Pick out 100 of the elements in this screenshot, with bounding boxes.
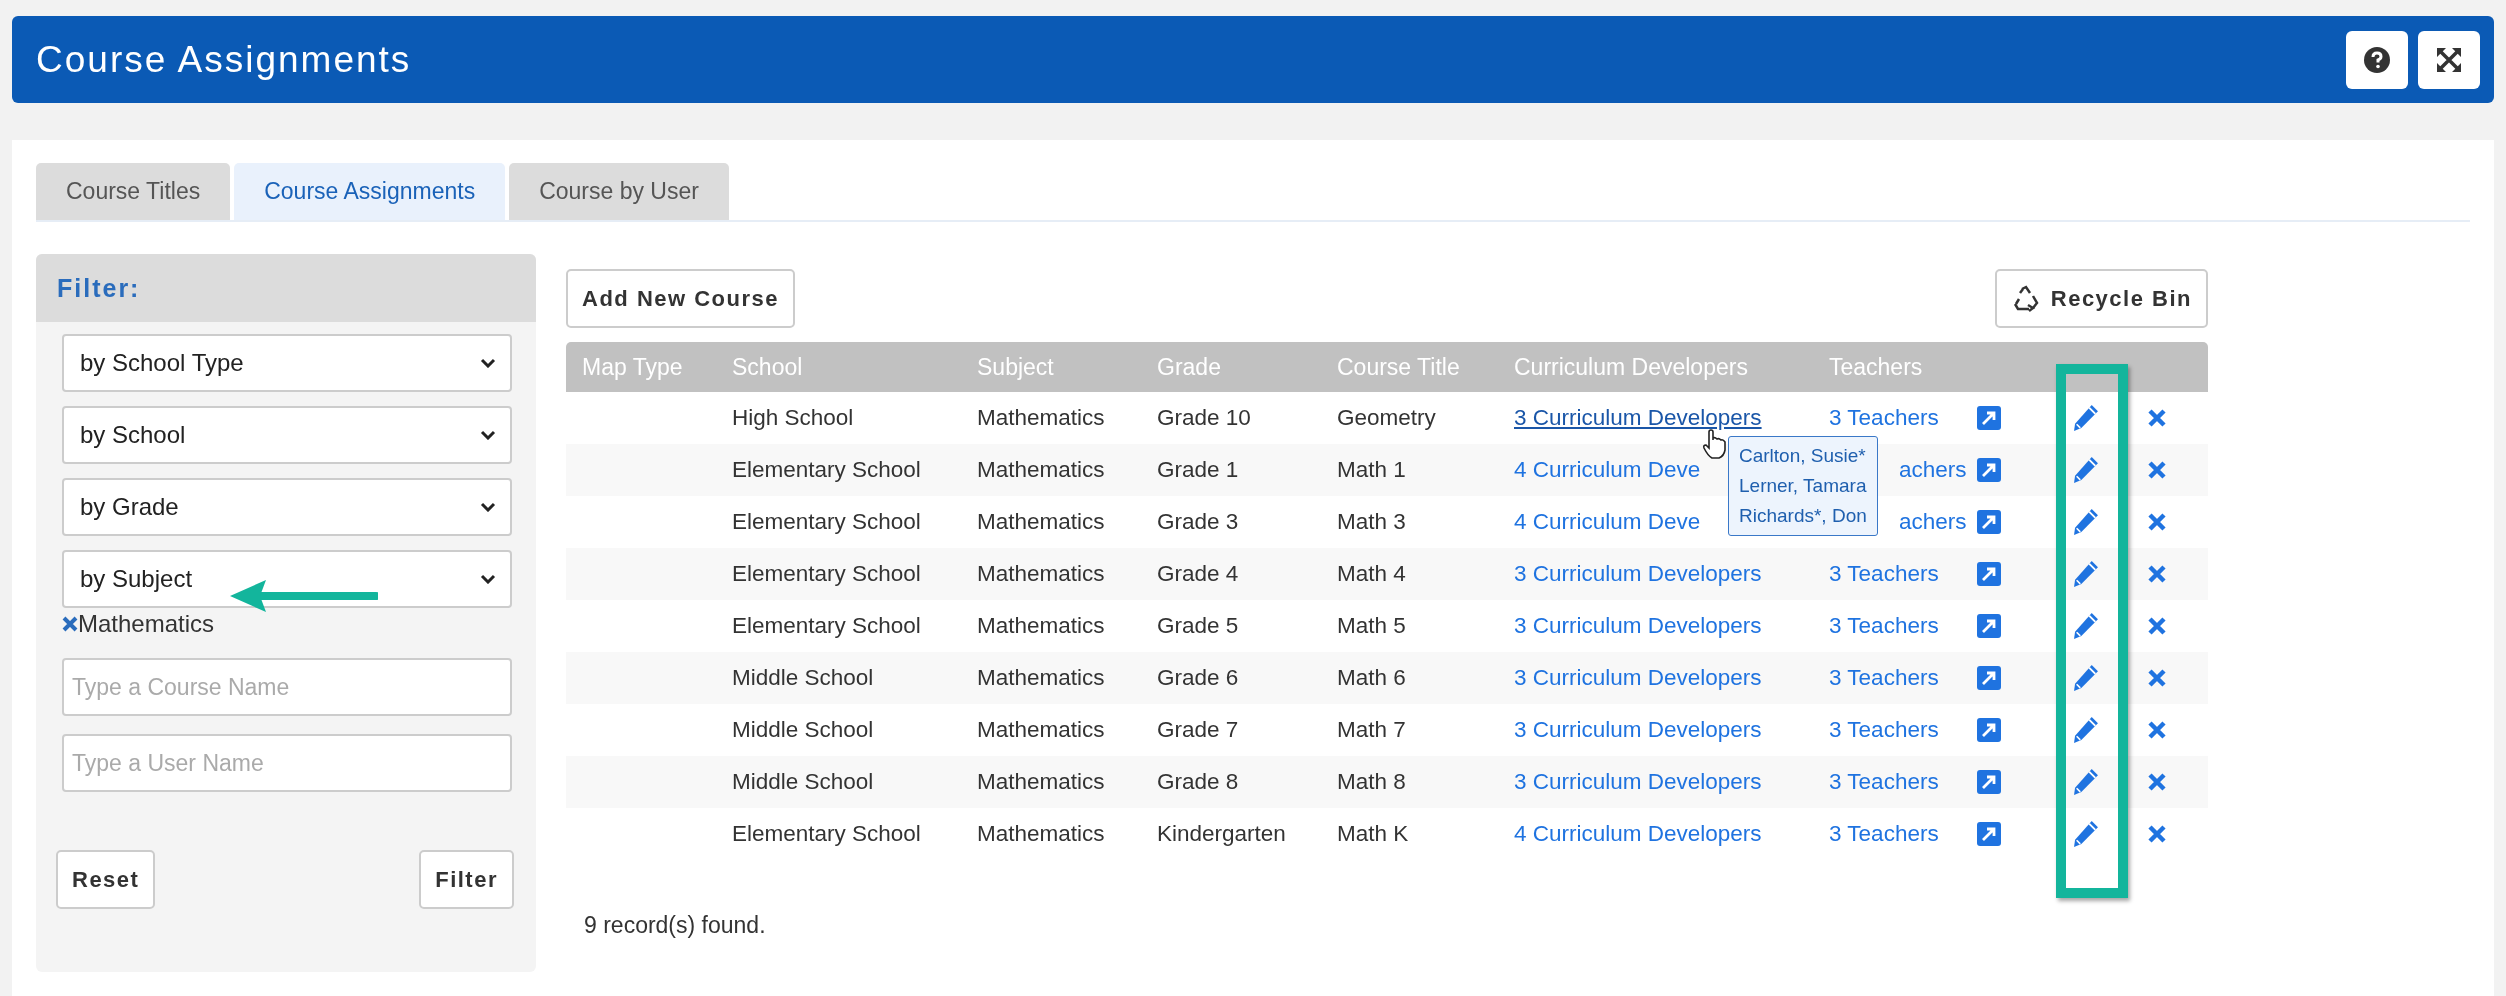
open-external-icon	[1977, 406, 2001, 430]
teachers-link[interactable]: 3 Teachers	[1829, 405, 1939, 430]
page-title: Course Assignments	[36, 38, 413, 81]
edit-button[interactable]	[2073, 665, 2099, 691]
delete-icon	[2147, 824, 2167, 844]
text-field[interactable]: Type a Course Name	[62, 658, 512, 716]
pencil-icon	[2073, 769, 2099, 795]
pencil-icon	[2073, 717, 2099, 743]
tab[interactable]: Course Titles	[36, 163, 231, 220]
table-cell: Grade 8	[1157, 769, 1239, 794]
open-button[interactable]	[1977, 562, 2001, 586]
edit-button[interactable]	[2073, 613, 2099, 639]
pencil-icon	[2073, 613, 2099, 639]
developers-link[interactable]: 4 Curriculum Developers	[1514, 821, 1762, 846]
table-cell: Middle School	[732, 665, 874, 690]
expand-icon	[2436, 46, 2462, 73]
developers-link[interactable]: 4 Curriculum Deve	[1514, 509, 1701, 534]
table-cell: Math 3	[1337, 509, 1406, 534]
table-cell: Grade 7	[1157, 717, 1239, 742]
table-cell: Kindergarten	[1157, 821, 1286, 846]
help-button[interactable]	[2346, 30, 2408, 89]
open-button[interactable]	[1977, 666, 2001, 690]
table-cell: Math 7	[1337, 717, 1406, 742]
delete-button[interactable]	[2147, 512, 2167, 532]
table-cell: Mathematics	[977, 769, 1105, 794]
table-cell: Grade 6	[1157, 665, 1239, 690]
column-header: Map Type	[566, 342, 716, 392]
open-external-icon	[1977, 562, 2001, 586]
tab[interactable]: Course by User	[509, 163, 729, 220]
open-external-icon	[1977, 614, 2001, 638]
delete-icon	[2147, 512, 2167, 532]
delete-button[interactable]	[2147, 408, 2167, 428]
recycle-bin-button[interactable]: Recycle Bin	[1994, 269, 2208, 328]
developers-link[interactable]: 3 Curriculum Developers	[1514, 405, 1762, 430]
developers-link[interactable]: 3 Curriculum Developers	[1514, 717, 1762, 742]
table-cell: Middle School	[732, 717, 874, 742]
delete-button[interactable]	[2147, 720, 2167, 740]
table-cell: Mathematics	[977, 821, 1105, 846]
open-button[interactable]	[1977, 458, 2001, 482]
delete-button[interactable]	[2147, 460, 2167, 480]
table-cell: Elementary School	[732, 457, 921, 482]
filter-button[interactable]: Filter	[419, 850, 514, 909]
table-cell: Mathematics	[977, 405, 1105, 430]
pencil-icon	[2073, 665, 2099, 691]
dropdown[interactable]: by School	[62, 406, 512, 464]
table-cell: Mathematics	[977, 457, 1105, 482]
open-button[interactable]	[1977, 822, 2001, 846]
delete-button[interactable]	[2147, 824, 2167, 844]
edit-button[interactable]	[2073, 769, 2099, 795]
table-cell: Math 5	[1337, 613, 1406, 638]
tooltip-line: Carlton, Susie*	[1739, 444, 1867, 468]
pencil-icon	[2073, 405, 2099, 431]
edit-button[interactable]	[2073, 821, 2099, 847]
table-cell: Elementary School	[732, 821, 921, 846]
table-cell: Grade 1	[1157, 457, 1239, 482]
table-cell: Grade 3	[1157, 509, 1239, 534]
open-button[interactable]	[1977, 770, 2001, 794]
dropdown[interactable]: by School Type	[62, 334, 512, 392]
edit-button[interactable]	[2073, 717, 2099, 743]
developers-link[interactable]: 4 Curriculum Deve	[1514, 457, 1701, 482]
reset-button[interactable]: Reset	[56, 850, 156, 909]
edit-button[interactable]	[2073, 561, 2099, 587]
edit-button[interactable]	[2073, 457, 2099, 483]
teachers-link[interactable]: 3 Teachers	[1829, 821, 1939, 846]
dropdown[interactable]: by Subject	[62, 550, 512, 608]
delete-button[interactable]	[2147, 772, 2167, 792]
edit-button[interactable]	[2073, 509, 2099, 535]
teachers-link[interactable]: 3 Teachers	[1829, 613, 1939, 638]
edit-button[interactable]	[2073, 405, 2099, 431]
delete-button[interactable]	[2147, 564, 2167, 584]
pencil-icon	[2073, 457, 2099, 483]
delete-icon	[2147, 408, 2167, 428]
open-button[interactable]	[1977, 614, 2001, 638]
add-course-button[interactable]: Add New Course	[566, 269, 796, 328]
column-header: Subject	[961, 342, 1141, 392]
developers-link[interactable]: 3 Curriculum Developers	[1514, 613, 1762, 638]
chevron-down-icon	[480, 502, 496, 512]
column-header: Course Title	[1321, 342, 1498, 392]
tab[interactable]: Course Assignments	[234, 163, 506, 220]
delete-button[interactable]	[2147, 616, 2167, 636]
column-header: Grade	[1141, 342, 1321, 392]
teachers-link[interactable]: 3 Teachers	[1829, 717, 1939, 742]
open-button[interactable]	[1977, 406, 2001, 430]
remove-icon[interactable]	[62, 616, 78, 632]
delete-icon	[2147, 564, 2167, 584]
table-cell: Math 6	[1337, 665, 1406, 690]
open-button[interactable]	[1977, 510, 2001, 534]
dropdown[interactable]: by Grade	[62, 478, 512, 536]
delete-icon	[2147, 668, 2167, 688]
text-field[interactable]: Type a User Name	[62, 734, 512, 792]
delete-icon	[2147, 616, 2167, 636]
delete-icon	[2147, 772, 2167, 792]
record-count: 9 record(s) found.	[583, 912, 767, 939]
open-external-icon	[1977, 770, 2001, 794]
fullscreen-button[interactable]	[2418, 30, 2480, 89]
table-cell: Elementary School	[732, 613, 921, 638]
open-external-icon	[1977, 510, 2001, 534]
table-cell: Grade 10	[1157, 405, 1251, 430]
open-button[interactable]	[1977, 718, 2001, 742]
delete-button[interactable]	[2147, 668, 2167, 688]
